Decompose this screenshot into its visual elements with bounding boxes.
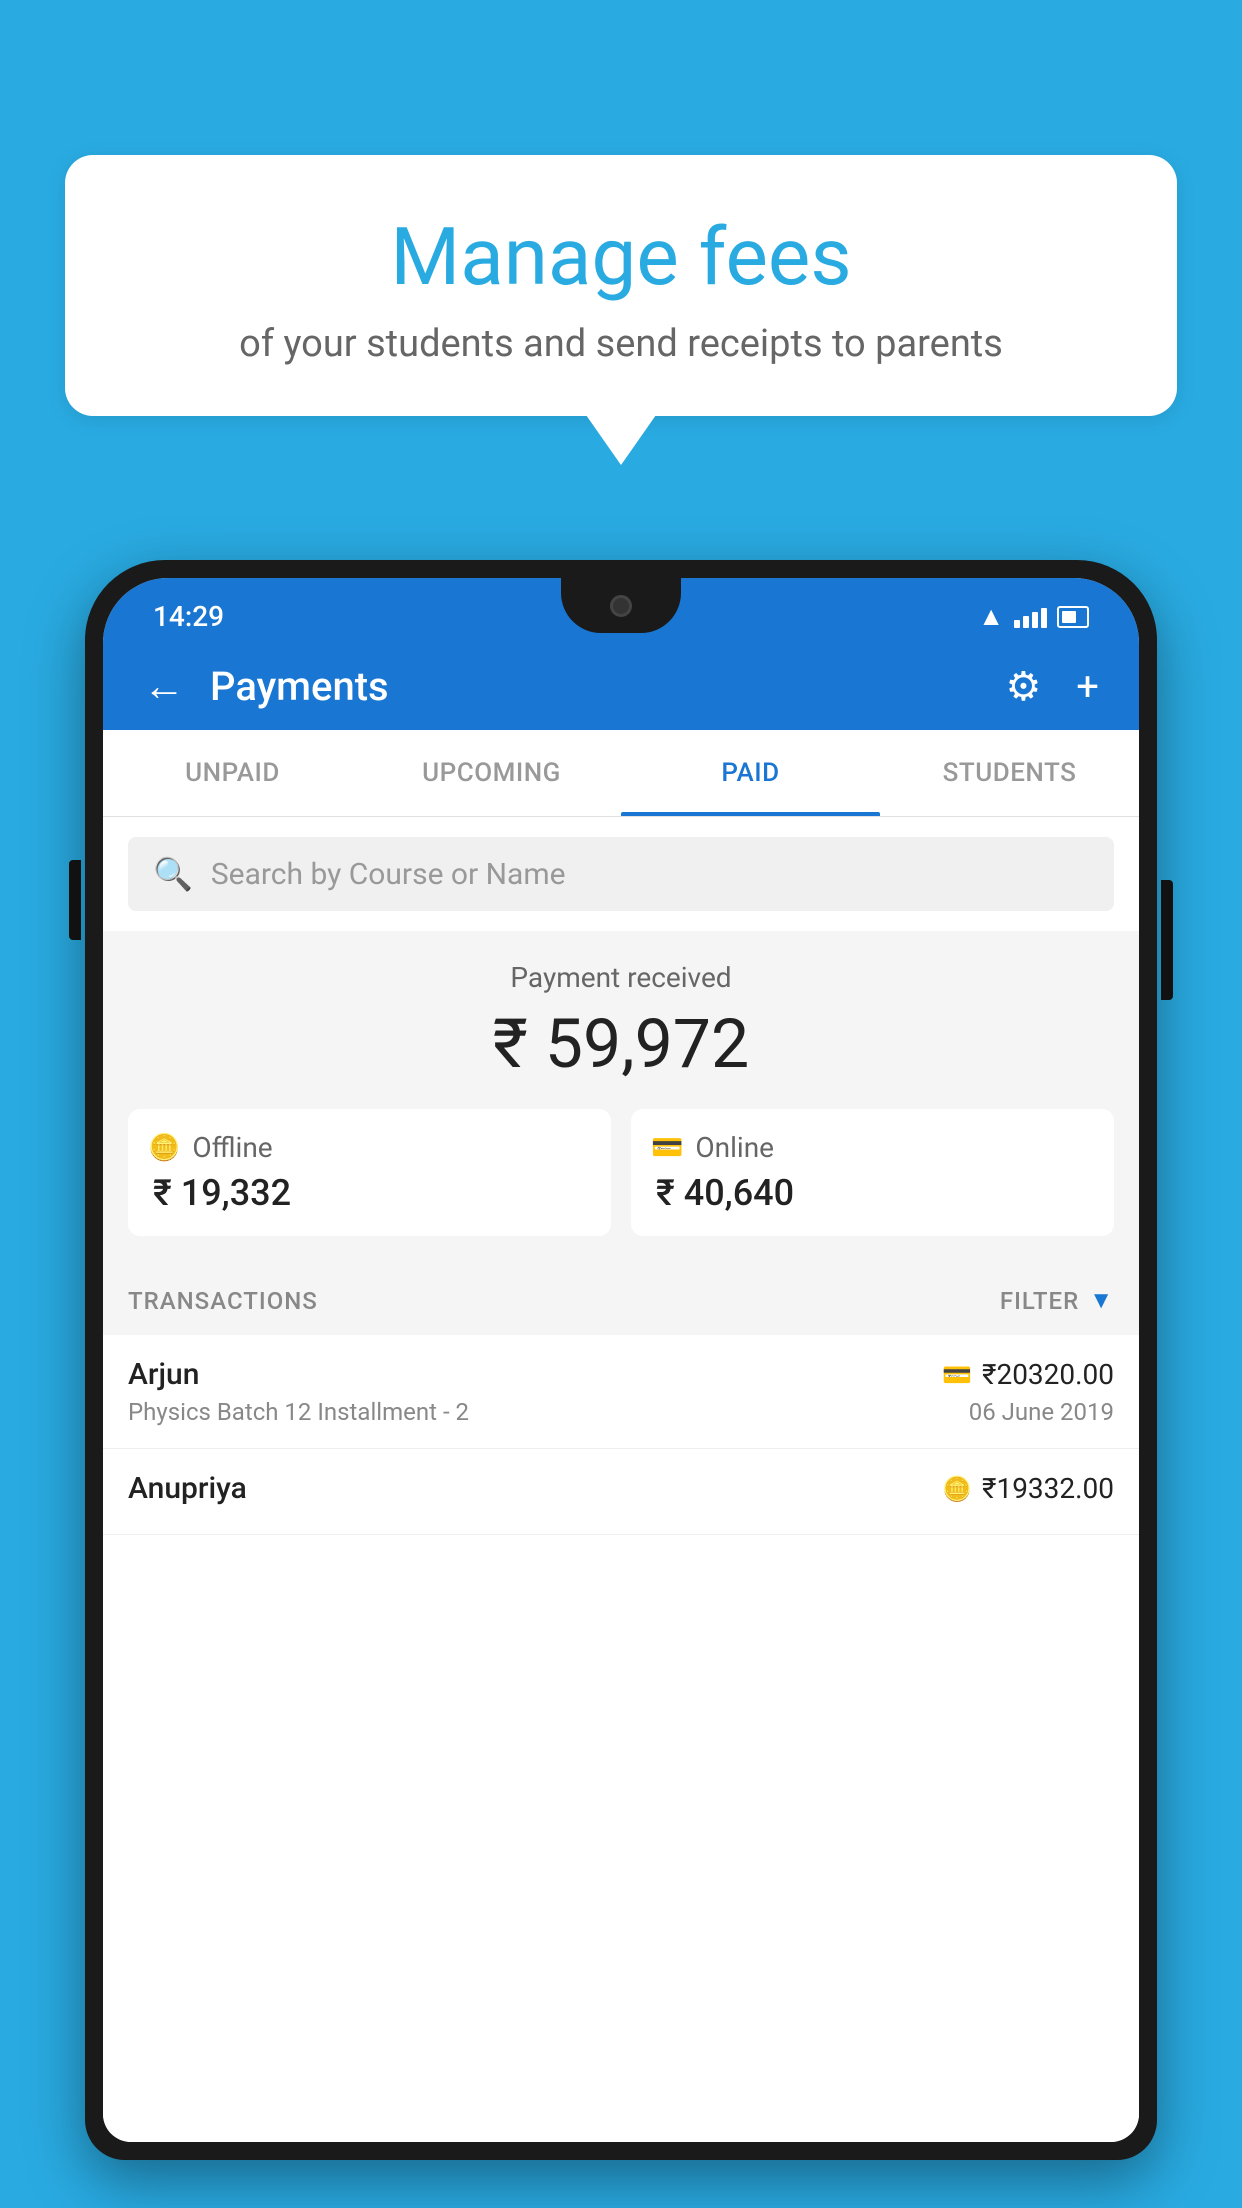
tab-upcoming[interactable]: UPCOMING [362, 730, 621, 816]
online-label: Online [695, 1131, 774, 1164]
payment-total-amount: ₹ 59,972 [128, 1004, 1114, 1084]
offline-amount: ₹ 19,332 [148, 1172, 291, 1214]
search-input[interactable]: Search by Course or Name [211, 857, 566, 892]
phone-container: 14:29 ▲ [85, 560, 1157, 2208]
offline-label: Offline [192, 1131, 272, 1164]
tabs: UNPAID UPCOMING PAID STUDENTS [103, 730, 1139, 817]
transactions-header: TRANSACTIONS FILTER ▼ [103, 1261, 1139, 1335]
transaction-amount: ₹19332.00 [982, 1472, 1114, 1505]
speech-bubble: Manage fees of your students and send re… [65, 155, 1177, 416]
app-bar-title: Payments [210, 663, 1005, 710]
settings-icon[interactable]: ⚙ [1005, 663, 1041, 710]
transaction-detail: Physics Batch 12 Installment - 2 [128, 1398, 469, 1426]
app-bar: ← Payments ⚙ + [103, 643, 1139, 730]
transaction-name: Anupriya [128, 1471, 247, 1506]
transaction-item[interactable]: Anupriya 🪙 ₹19332.00 [103, 1449, 1139, 1535]
bubble-subtitle: of your students and send receipts to pa… [125, 322, 1117, 366]
payment-type-icon: 🪙 [942, 1475, 972, 1503]
filter-button[interactable]: FILTER ▼ [1000, 1286, 1114, 1315]
phone-screen: 14:29 ▲ [103, 578, 1139, 2142]
transaction-date: 06 June 2019 [969, 1398, 1114, 1426]
payment-cards: 🪙 Offline ₹ 19,332 💳 Online ₹ 40,640 [128, 1109, 1114, 1236]
payment-received-label: Payment received [128, 961, 1114, 994]
filter-icon: ▼ [1089, 1286, 1114, 1315]
online-icon: 💳 [651, 1133, 683, 1163]
transactions-list: Arjun 💳 ₹20320.00 Physics Batch 12 Insta… [103, 1335, 1139, 2142]
status-icons: ▲ [978, 601, 1089, 632]
search-container: 🔍 Search by Course or Name [103, 817, 1139, 931]
status-time: 14:29 [153, 600, 224, 633]
online-amount: ₹ 40,640 [651, 1172, 794, 1214]
payment-section: Payment received ₹ 59,972 🪙 Offline ₹ 19… [103, 931, 1139, 1261]
app-bar-actions: ⚙ + [1005, 663, 1099, 710]
add-icon[interactable]: + [1076, 663, 1099, 710]
transactions-label: TRANSACTIONS [128, 1287, 318, 1315]
payment-type-icon: 💳 [942, 1361, 972, 1389]
signal-icon [1014, 606, 1047, 628]
search-bar[interactable]: 🔍 Search by Course or Name [128, 837, 1114, 911]
offline-icon: 🪙 [148, 1133, 180, 1163]
filter-label: FILTER [1000, 1287, 1079, 1315]
battery-icon [1057, 606, 1089, 628]
offline-card: 🪙 Offline ₹ 19,332 [128, 1109, 611, 1236]
wifi-icon: ▲ [978, 601, 1004, 632]
back-button[interactable]: ← [143, 666, 185, 708]
phone-notch [561, 578, 681, 633]
phone-frame: 14:29 ▲ [85, 560, 1157, 2160]
speech-bubble-arrow [586, 415, 656, 465]
tab-students[interactable]: STUDENTS [880, 730, 1139, 816]
transaction-item[interactable]: Arjun 💳 ₹20320.00 Physics Batch 12 Insta… [103, 1335, 1139, 1449]
transaction-amount: ₹20320.00 [982, 1358, 1114, 1391]
search-icon: 🔍 [153, 855, 193, 893]
tab-unpaid[interactable]: UNPAID [103, 730, 362, 816]
transaction-name: Arjun [128, 1357, 199, 1392]
speech-bubble-section: Manage fees of your students and send re… [65, 155, 1177, 465]
bubble-title: Manage fees [125, 210, 1117, 304]
camera [610, 595, 632, 617]
tab-paid[interactable]: PAID [621, 730, 880, 816]
online-card: 💳 Online ₹ 40,640 [631, 1109, 1114, 1236]
